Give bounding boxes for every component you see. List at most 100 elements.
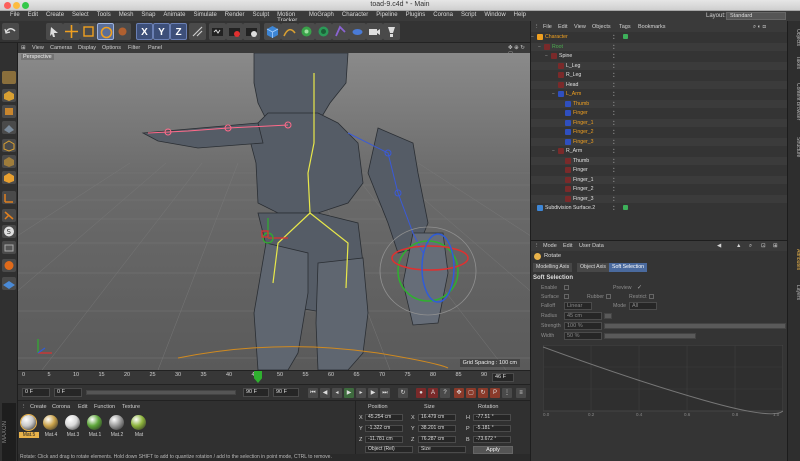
viewport-nav-icon[interactable]: ⊞ [21, 45, 26, 51]
object-name[interactable]: Finger_3 [573, 139, 593, 145]
polygons-mode-icon[interactable] [2, 171, 16, 184]
menu-create[interactable]: Create [42, 11, 68, 21]
visibility-dots-icon[interactable]: • • [613, 100, 617, 108]
visibility-dots-icon[interactable]: • • [613, 43, 617, 51]
make-editable-icon[interactable] [2, 71, 16, 84]
expand-toggle-icon[interactable]: − [538, 44, 541, 50]
visibility-dots-icon[interactable]: • • [613, 128, 617, 136]
material-name[interactable]: Mat.4 [41, 432, 61, 438]
om-menu-edit[interactable]: Edit [558, 24, 567, 30]
material-swatch[interactable] [20, 414, 37, 431]
visibility-dots-icon[interactable]: • • [613, 195, 617, 203]
object-tree-row[interactable]: − R_Arm • • [531, 147, 788, 156]
material-name[interactable]: Mat [129, 432, 149, 438]
lock-z-axis-button[interactable]: Z [170, 23, 187, 40]
material-swatch[interactable] [43, 415, 58, 430]
menu-motion-tracker[interactable]: Motion Tracker [273, 11, 305, 24]
rotation-h-field[interactable]: -77.51 ° [473, 414, 511, 421]
om-menu-objects[interactable]: Objects [592, 24, 611, 30]
material-name[interactable]: Mat.5 [19, 432, 39, 438]
object-name[interactable]: R_Arm [566, 148, 582, 154]
object-tree-row[interactable]: Finger_3 • • [531, 137, 788, 146]
object-name[interactable]: Subdivision Surface.2 [545, 205, 595, 211]
material-menu-create[interactable]: Create [30, 404, 47, 410]
3d-viewport[interactable]: Perspective Grid Spacing : 100 cm [18, 53, 530, 370]
recent-tools-icon[interactable] [114, 23, 131, 40]
visibility-dots-icon[interactable]: • • [613, 185, 617, 193]
viewport-menu-cameras[interactable]: Cameras [50, 45, 72, 51]
visibility-dots-icon[interactable]: • • [613, 157, 617, 165]
object-tree-row[interactable]: L_Leg • • [531, 61, 788, 70]
object-tree-row[interactable]: Finger_1 • • [531, 118, 788, 127]
visibility-dots-icon[interactable]: • • [613, 204, 617, 212]
object-name[interactable]: Thumb [573, 158, 589, 164]
object-name[interactable]: Finger [573, 110, 588, 116]
go-to-end-icon[interactable]: ⏭ [380, 388, 390, 398]
vtab-content-browser[interactable]: Content Browser [788, 77, 800, 127]
material-menu-corona[interactable]: Corona [52, 404, 70, 410]
quantize-icon[interactable] [2, 259, 16, 272]
object-name[interactable]: L_Arm [566, 91, 581, 97]
visibility-dots-icon[interactable]: • • [613, 109, 617, 117]
material-swatch[interactable] [87, 415, 102, 430]
am-up-icon[interactable]: ▲ [736, 243, 741, 249]
visibility-dots-icon[interactable]: • • [613, 166, 617, 174]
visibility-dots-icon[interactable]: • • [613, 33, 617, 41]
visibility-dots-icon[interactable]: • • [613, 90, 617, 98]
menu-animate[interactable]: Animate [159, 11, 189, 21]
size-z-field[interactable]: 76.287 cm [418, 436, 456, 443]
rotation-b-field[interactable]: -73.672 ° [473, 436, 511, 443]
tab-soft-selection[interactable]: Soft Selection [609, 263, 648, 272]
object-manager-grip-icon[interactable]: ⋮ [534, 24, 540, 30]
bend-deformer-icon[interactable] [332, 23, 349, 40]
position-z-field[interactable]: -11.781 cm [365, 436, 403, 443]
camera-icon[interactable] [366, 23, 383, 40]
material-swatch[interactable] [131, 415, 146, 430]
autokeying-icon[interactable]: A [428, 388, 438, 398]
viewport-menu-view[interactable]: View [32, 45, 44, 51]
object-name[interactable]: Finger_1 [573, 177, 593, 183]
object-tree-row[interactable]: − Character • • [531, 33, 788, 42]
restrict-checkbox[interactable] [649, 294, 654, 299]
am-menu-mode[interactable]: Mode [543, 243, 557, 249]
vtab-takes[interactable]: Takes [788, 53, 800, 73]
object-name[interactable]: Head [566, 82, 578, 88]
loop-icon[interactable]: ↻ [398, 388, 408, 398]
visibility-dots-icon[interactable]: • • [613, 176, 617, 184]
material-menu-grip-icon[interactable]: ⋮ [21, 404, 27, 410]
object-tree-row[interactable]: Finger • • [531, 109, 788, 118]
object-tree-row[interactable]: Subdivision Surface.2 • • [531, 204, 788, 213]
rotate-icon[interactable] [97, 23, 114, 40]
menu-tools[interactable]: Tools [93, 11, 115, 21]
object-name[interactable]: Thumb [573, 101, 589, 107]
move-icon[interactable] [63, 23, 80, 40]
object-name[interactable]: Finger_2 [573, 186, 593, 192]
visibility-dots-icon[interactable]: • • [613, 147, 617, 155]
visibility-dots-icon[interactable]: • • [613, 62, 617, 70]
scale-icon[interactable] [80, 23, 97, 40]
radius-field[interactable]: 45 cm [564, 312, 602, 320]
object-name[interactable]: Spine [559, 53, 572, 59]
menu-corona[interactable]: Corona [429, 11, 457, 21]
mode-select[interactable]: All [629, 302, 657, 310]
go-to-start-icon[interactable]: ⏮ [308, 388, 318, 398]
tag-icon[interactable] [623, 34, 628, 39]
material-menu-texture[interactable]: Texture [122, 404, 140, 410]
point-level-icon[interactable]: ⋮ [502, 388, 512, 398]
am-search-icon[interactable]: ⌕ [749, 243, 752, 250]
workplane-icon[interactable] [2, 121, 16, 134]
previous-frame-icon[interactable]: ◂ [332, 388, 342, 398]
size-mode-select[interactable]: Size [418, 446, 466, 453]
menu-script[interactable]: Script [457, 11, 480, 21]
material-name[interactable]: Mat.3 [63, 432, 83, 438]
render-picture-viewer-icon[interactable] [226, 23, 243, 40]
om-menu-tags[interactable]: Tags [619, 24, 631, 30]
am-back-icon[interactable]: ◀ [717, 243, 721, 249]
tweak-mode-icon[interactable] [2, 209, 16, 222]
strength-field[interactable]: 100 % [564, 322, 602, 330]
viewport-menu-display[interactable]: Display [78, 45, 96, 51]
next-frame-icon[interactable]: ▸ [356, 388, 366, 398]
size-y-field[interactable]: 38.201 cm [418, 425, 456, 432]
camera-label[interactable]: Perspective [21, 54, 54, 60]
object-name[interactable]: Root [552, 44, 563, 50]
